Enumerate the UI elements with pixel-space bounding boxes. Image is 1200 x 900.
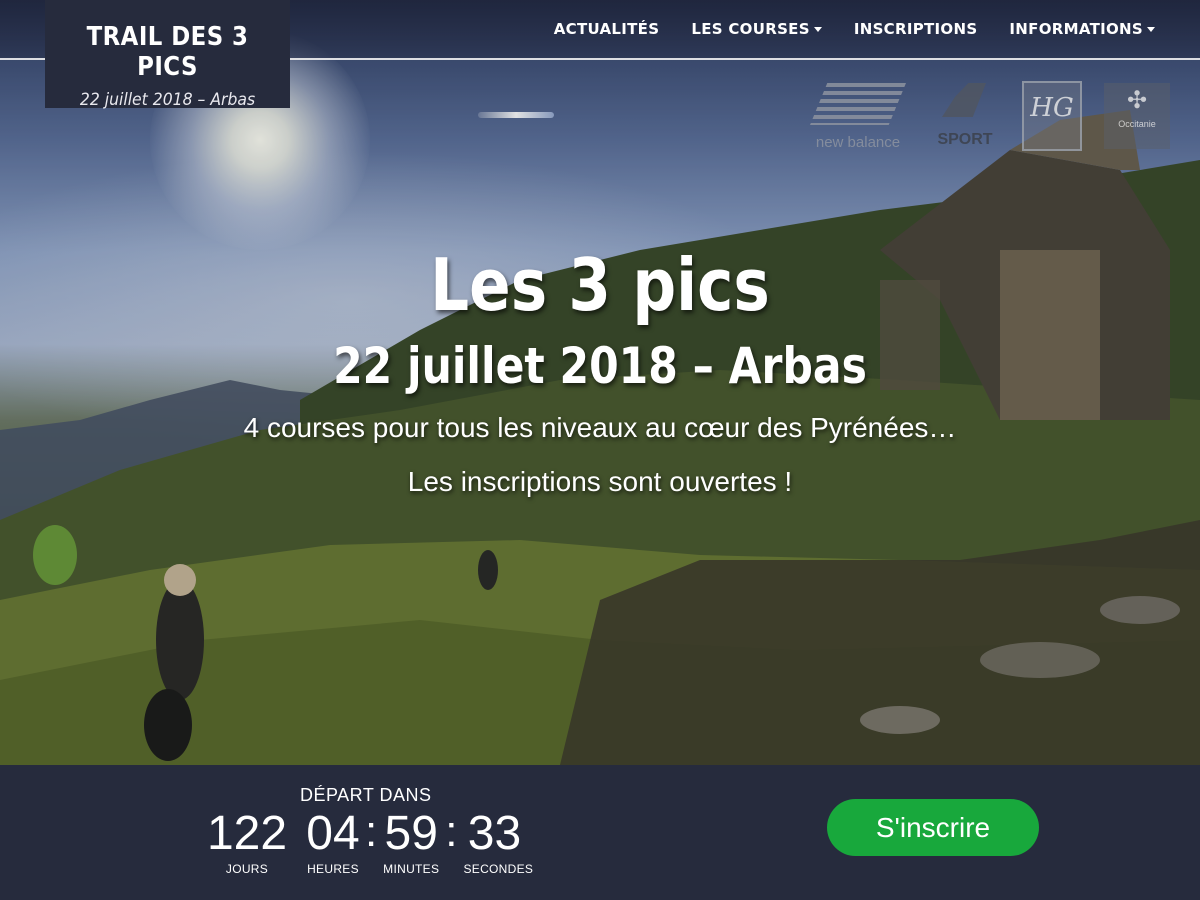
hours-unit: HEURES xyxy=(307,862,359,876)
occitan-cross-icon: ✣ xyxy=(1126,87,1148,114)
hero-title: Les 3 pics xyxy=(430,243,770,327)
countdown-bar: DÉPART DANS 122 JOURS 04 HEURES : 59 MIN… xyxy=(0,765,1200,900)
sponsor-logos: new balance SPORT HG ✣ Occitanie xyxy=(786,80,1170,152)
nav-actualites-label: ACTUALITÉS xyxy=(553,20,660,38)
countdown-separator: : xyxy=(445,807,458,856)
countdown-hours: 04 HEURES xyxy=(305,807,361,876)
seconds-unit: SECONDES xyxy=(463,862,534,876)
nav-inscriptions-label: INSCRIPTIONS xyxy=(853,20,978,38)
site-brand[interactable]: TRAIL DES 3 PICS 22 juillet 2018 – Arbas xyxy=(45,0,290,110)
registration-status: Les inscriptions sont ouvertes ! xyxy=(407,466,793,497)
hg-text: HG xyxy=(1030,93,1074,123)
nav-informations[interactable]: INFORMATIONS xyxy=(1009,20,1155,38)
days-unit: JOURS xyxy=(225,862,269,876)
new-balance-text: new balance xyxy=(815,134,901,151)
hero-description: 4 courses pour tous les niveaux au cœur … xyxy=(243,412,957,443)
countdown-label: DÉPART DANS xyxy=(300,785,432,805)
intersport-mark-icon xyxy=(942,83,986,117)
intersport-logo[interactable]: SPORT xyxy=(930,81,1000,151)
countdown-separator: : xyxy=(365,807,378,856)
nav-actualites[interactable]: ACTUALITÉS xyxy=(554,20,660,38)
nav-inscriptions[interactable]: INSCRIPTIONS xyxy=(854,20,978,38)
signup-button[interactable]: S'inscrire xyxy=(827,799,1039,856)
intersport-text: SPORT xyxy=(937,131,993,148)
nav-les-courses[interactable]: LES COURSES xyxy=(691,20,822,38)
hours-value: 04 xyxy=(306,807,360,860)
countdown-days: 122 JOURS xyxy=(205,807,289,876)
days-value: 122 xyxy=(206,807,288,860)
hero-subtitle: 22 juillet 2018 – Arbas xyxy=(333,337,867,395)
chevron-down-icon xyxy=(1147,26,1155,32)
seconds-value: 33 xyxy=(467,807,522,860)
hero-content: Les 3 pics 22 juillet 2018 – Arbas 4 cou… xyxy=(0,240,1200,498)
occitanie-logo[interactable]: ✣ Occitanie xyxy=(1104,83,1170,149)
occitanie-text: Occitanie xyxy=(1118,119,1156,129)
haute-garonne-logo[interactable]: HG xyxy=(1022,81,1082,151)
minutes-unit: MINUTES xyxy=(383,862,440,876)
chevron-down-icon xyxy=(813,26,822,32)
brand-subtitle: 22 juillet 2018 – Arbas xyxy=(79,90,256,110)
brand-title: TRAIL DES 3 PICS xyxy=(86,22,249,82)
countdown-timer: 122 JOURS 04 HEURES : 59 MINUTES : 33 SE… xyxy=(205,807,534,876)
new-balance-mark-icon xyxy=(810,83,906,125)
nav-informations-label: INFORMATIONS xyxy=(1009,20,1143,38)
minutes-value: 59 xyxy=(384,807,438,860)
countdown-minutes: 59 MINUTES xyxy=(381,807,441,876)
countdown-seconds: 33 SECONDES xyxy=(463,807,534,876)
main-menu: ACTUALITÉS LES COURSES INSCRIPTIONS INFO… xyxy=(522,0,1155,58)
nav-les-courses-label: LES COURSES xyxy=(691,20,810,38)
new-balance-logo[interactable]: new balance xyxy=(808,81,908,151)
